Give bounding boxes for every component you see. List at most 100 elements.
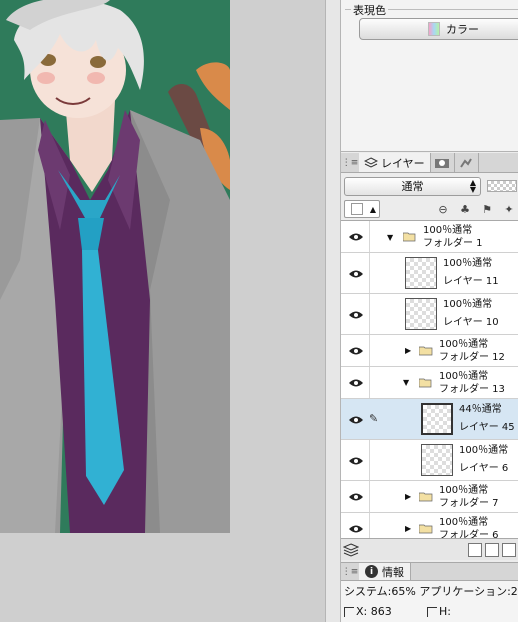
- layer-tool-icons: ⊖ ♣ ⚑ ✦: [436, 202, 518, 216]
- history-icon: [460, 157, 473, 168]
- color-mode-button[interactable]: カラー: [359, 18, 518, 40]
- tab-layer[interactable]: レイヤー: [359, 153, 431, 172]
- new-vector-layer-icon[interactable]: [485, 542, 499, 557]
- layer-row[interactable]: ▶ 100％通常 フォルダー 7: [341, 481, 518, 513]
- x-coordinate-value: X: 863: [356, 605, 392, 618]
- blend-mode-value: 通常: [401, 180, 424, 193]
- eye-icon[interactable]: [349, 346, 363, 356]
- layer-property-icon: [435, 158, 450, 168]
- row-separator: [369, 367, 370, 398]
- layer-name: レイヤー 6: [459, 463, 509, 474]
- folder-open-icon: [403, 232, 416, 242]
- layer-name: フォルダー 7: [439, 498, 499, 509]
- color-mode-label: カラー: [446, 23, 479, 36]
- artwork-svg: [0, 0, 230, 533]
- row-separator: [369, 253, 370, 293]
- row-separator: [369, 335, 370, 366]
- expand-arrow-icon[interactable]: ▶: [405, 346, 411, 355]
- layer-row[interactable]: 100％通常 レイヤー 6: [341, 440, 518, 481]
- h-coordinate: H:: [427, 605, 451, 618]
- h-corner-icon: [427, 606, 437, 617]
- layer-opacity-mode: 100％通常: [443, 258, 493, 269]
- eye-icon[interactable]: [349, 524, 363, 534]
- layer-opacity-mode: 100％通常: [439, 517, 489, 528]
- tab-layer-property[interactable]: [431, 153, 455, 172]
- tab-info[interactable]: i 情報: [359, 563, 411, 580]
- panel-grip-icon[interactable]: ⋮≡: [341, 153, 359, 172]
- new-folder-icon[interactable]: [502, 542, 516, 557]
- layer-thumbnail: [405, 257, 437, 289]
- expand-arrow-icon[interactable]: ▼: [387, 233, 393, 242]
- folder-open-icon: [419, 378, 432, 388]
- eye-icon[interactable]: [349, 492, 363, 502]
- row-separator: [369, 513, 370, 538]
- layer-name: レイヤー 10: [443, 317, 499, 328]
- blend-mode-row: 通常 ▲ ▼: [341, 174, 518, 198]
- folder-closed-icon: [419, 492, 433, 502]
- artwork-illustration[interactable]: [0, 0, 230, 533]
- eye-icon[interactable]: [349, 415, 363, 425]
- info-body: システム:65% アプリケーション:21 X: 863 H:: [341, 581, 518, 622]
- panel-grip-icon[interactable]: ⋮≡: [341, 563, 359, 580]
- layer-name: フォルダー 1: [423, 238, 483, 249]
- row-separator: [369, 481, 370, 512]
- row-separator: [369, 440, 370, 480]
- reference-icon[interactable]: ⚑: [480, 202, 494, 216]
- info-tabbar: ⋮≡ i 情報: [341, 562, 518, 581]
- right-panel: 表現色 カラー ⋮≡ レイヤー 通常 ▲ ▼ ▲ ⊖ ♣ ⚑ ✦ ▼ 100％通…: [341, 0, 518, 622]
- layer-row[interactable]: ▶ 100％通常 フォルダー 12: [341, 335, 518, 367]
- layer-name: フォルダー 6: [439, 530, 499, 538]
- expand-arrow-icon[interactable]: ▶: [405, 524, 411, 533]
- expand-arrow-icon[interactable]: ▼: [403, 378, 409, 387]
- layer-thumbnail: [421, 403, 453, 435]
- layer-thumbnail: [405, 298, 437, 330]
- expression-color-section: 表現色 カラー: [341, 0, 518, 152]
- layer-row[interactable]: ▼ 100％通常 フォルダー 1: [341, 221, 518, 253]
- layer-name: フォルダー 12: [439, 352, 505, 363]
- tab-layer-label: レイヤー: [381, 156, 425, 170]
- color-swatch-icon: [428, 22, 440, 36]
- layer-row[interactable]: ▼ 100％通常 フォルダー 13: [341, 367, 518, 399]
- layer-opacity-mode: 44％通常: [459, 404, 502, 415]
- x-corner-icon: [344, 606, 354, 617]
- blend-mode-select[interactable]: 通常 ▲ ▼: [344, 176, 481, 196]
- opacity-slider[interactable]: [487, 180, 517, 192]
- eye-icon[interactable]: [349, 232, 363, 242]
- eye-icon[interactable]: [349, 310, 363, 320]
- app-window: 表現色 カラー ⋮≡ レイヤー 通常 ▲ ▼ ▲ ⊖ ♣ ⚑ ✦ ▼ 100％通…: [0, 0, 518, 622]
- eye-icon[interactable]: [349, 269, 363, 279]
- lock-icon[interactable]: ⊖: [436, 202, 450, 216]
- layer-row[interactable]: 100％通常 レイヤー 10: [341, 294, 518, 335]
- h-coordinate-value: H:: [439, 605, 451, 618]
- folder-closed-icon: [419, 524, 433, 534]
- layer-footer-actions: [468, 542, 516, 557]
- layers-stack-icon[interactable]: [343, 542, 359, 557]
- info-icon: i: [365, 565, 378, 578]
- row-separator: [369, 294, 370, 334]
- canvas-area[interactable]: [0, 0, 325, 622]
- layer-row-selected[interactable]: ✎ 44％通常 レイヤー 45: [341, 399, 518, 440]
- layer-color-stepper[interactable]: ▲: [344, 200, 380, 218]
- stepper-arrows-icon: ▲: [369, 204, 376, 214]
- layer-row[interactable]: ▶ 100％通常 フォルダー 6: [341, 513, 518, 538]
- expand-arrow-icon[interactable]: ▶: [405, 492, 411, 501]
- layers-icon: [364, 156, 378, 168]
- eye-icon[interactable]: [349, 378, 363, 388]
- clip-icon[interactable]: ♣: [458, 202, 472, 216]
- canvas-panel-divider[interactable]: [325, 0, 341, 622]
- layer-name: フォルダー 13: [439, 384, 505, 395]
- layer-opacity-mode: 100％通常: [423, 225, 473, 236]
- wand-icon[interactable]: ✦: [502, 202, 516, 216]
- layer-opacity-mode: 100％通常: [439, 485, 489, 496]
- layer-name: レイヤー 11: [443, 276, 499, 287]
- new-layer-icon[interactable]: [468, 542, 482, 557]
- tab-history[interactable]: [455, 153, 479, 172]
- layer-color-box: [351, 203, 363, 215]
- eye-icon[interactable]: [349, 456, 363, 466]
- tab-info-label: 情報: [382, 565, 404, 579]
- expression-color-label: 表現色: [351, 2, 388, 18]
- layer-opacity-mode: 100％通常: [439, 371, 489, 382]
- layer-list[interactable]: ▼ 100％通常 フォルダー 1 100％通常 レイヤー 11 100％通常 レ…: [341, 220, 518, 538]
- select-arrows-icon: ▲ ▼: [469, 177, 476, 194]
- layer-row[interactable]: 100％通常 レイヤー 11: [341, 253, 518, 294]
